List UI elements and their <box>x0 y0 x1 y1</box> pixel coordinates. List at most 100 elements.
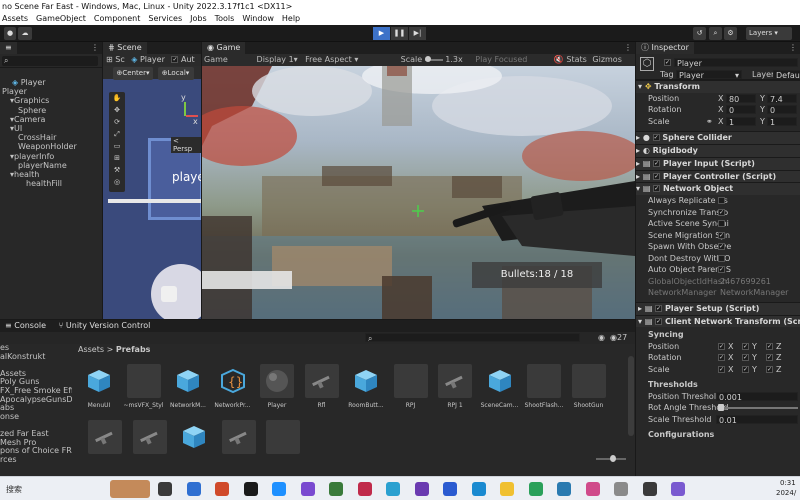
search-highlight-image[interactable] <box>110 480 150 498</box>
menu-item[interactable]: Tools <box>215 14 235 23</box>
scene-gizmo[interactable]: y x <box>171 93 199 132</box>
hierarchy-tab[interactable]: ≡ <box>0 42 17 54</box>
move-tool-icon[interactable]: ✥ <box>109 104 125 116</box>
player-setup-header[interactable]: ▸ ▤ ✓ Player Setup (Script) <box>636 301 800 315</box>
panel-menu-icon[interactable]: ⋮ <box>789 42 797 54</box>
tab-game[interactable]: ◉ Game <box>202 42 246 54</box>
space-dropdown[interactable]: ⊕Local▾ <box>157 67 194 80</box>
taskbar-app-icon[interactable] <box>642 482 657 496</box>
scale-threshold-field[interactable]: 0.01 <box>716 414 798 425</box>
expand-arrow-icon[interactable]: ▸ <box>636 172 643 181</box>
asset-script[interactable]: {} <box>216 364 250 398</box>
cursor-tool-icon[interactable]: ◎ <box>109 176 125 188</box>
hierarchy-item[interactable]: WeaponHolder <box>0 142 102 151</box>
sync-checkbox[interactable]: ✓ <box>742 365 749 373</box>
history-icon[interactable]: ↺ <box>693 27 706 40</box>
sync-checkbox[interactable]: ✓ <box>742 342 749 350</box>
taskbar-app-icon[interactable] <box>386 482 400 496</box>
player-setup-checkbox[interactable]: ✓ <box>655 304 663 312</box>
taskbar-app-icon[interactable] <box>528 482 543 496</box>
asset-cube[interactable] <box>177 420 211 454</box>
sync-checkbox[interactable]: ✓ <box>766 365 773 373</box>
hierarchy-root[interactable]: ◈ Player <box>0 78 102 87</box>
scale-y-field[interactable]: 1 <box>767 116 797 127</box>
menu-item[interactable]: GameObject <box>36 14 86 23</box>
hierarchy-item[interactable]: ▾Camera <box>0 115 102 124</box>
auto-toggle[interactable]: ✓ Aut <box>171 55 195 64</box>
hierarchy-item[interactable]: ▾UI <box>0 124 102 133</box>
folder-item[interactable]: alKonstrukt <box>0 352 72 362</box>
network-option-checkbox[interactable] <box>718 197 725 205</box>
network-option-checkbox[interactable] <box>718 254 725 262</box>
rot-threshold-slider[interactable] <box>720 407 798 410</box>
folder-item[interactable]: rces <box>0 455 72 465</box>
game-viewport[interactable]: Bullets:18 / 18 <box>202 66 635 319</box>
tab-inspector[interactable]: ⓘ Inspector <box>636 42 694 54</box>
position-threshold-field[interactable]: 0.001 <box>716 391 798 402</box>
asset-blank[interactable] <box>571 364 606 398</box>
asset-cube[interactable] <box>349 364 383 398</box>
network-option-checkbox[interactable]: ✓ <box>718 243 725 251</box>
aspect-dropdown[interactable]: Free Aspect ▾ <box>305 54 398 66</box>
tag-dropdown[interactable]: Player ▾ <box>676 70 742 80</box>
rotation-y-field[interactable]: 0 <box>767 105 797 115</box>
sync-checkbox[interactable]: ✓ <box>718 365 725 373</box>
scene-subtab[interactable]: ⊞ Sc <box>106 55 125 64</box>
asset-blank[interactable] <box>527 364 561 398</box>
client-transform-header[interactable]: ▾ ▤ ✓ Client Network Transform (Script) <box>636 314 800 328</box>
position-y-field[interactable]: 7.4 <box>767 93 797 104</box>
client-transform-checkbox[interactable]: ✓ <box>655 317 663 325</box>
asset-gun[interactable] <box>221 420 256 454</box>
play-button[interactable]: ▶ <box>373 27 390 40</box>
account-icon[interactable]: ● <box>4 27 16 40</box>
taskbar-app-icon[interactable] <box>585 482 600 496</box>
taskbar-app-icon[interactable] <box>186 482 201 496</box>
active-checkbox[interactable]: ✓ <box>664 59 671 66</box>
taskbar-search[interactable]: 搜索 <box>6 484 22 495</box>
eye-icon[interactable]: ◉ <box>598 332 605 344</box>
layer-dropdown[interactable]: Default <box>773 70 800 80</box>
hierarchy-search-input[interactable]: ⌕ <box>2 56 98 66</box>
taskbar-app-icon[interactable] <box>243 482 258 496</box>
component-checkbox[interactable]: ✓ <box>653 172 661 180</box>
menu-item[interactable]: Window <box>242 14 274 23</box>
settings-icon[interactable]: ⚙ <box>724 27 737 40</box>
icon-size-handle[interactable] <box>610 455 616 462</box>
pivot-dropdown[interactable]: ⊕Center▾ <box>113 67 153 80</box>
asset-blank[interactable] <box>126 364 161 398</box>
asset-cube[interactable] <box>483 364 517 398</box>
scale-slider-handle[interactable] <box>424 55 431 62</box>
component-checkbox[interactable]: ✓ <box>653 185 661 193</box>
hierarchy-item[interactable]: Player <box>0 87 102 96</box>
asset-blank[interactable] <box>266 420 300 454</box>
asset-blank[interactable] <box>393 364 428 398</box>
sync-checkbox[interactable]: ✓ <box>718 354 725 362</box>
asset-cube[interactable] <box>82 364 116 398</box>
project-search-input[interactable]: ⌕ <box>365 333 580 343</box>
scale-slider[interactable] <box>424 55 443 62</box>
gizmos-button[interactable]: Gizmos <box>592 55 621 64</box>
tab-version-control[interactable]: ⑂ Unity Version Control <box>53 320 156 332</box>
taskbar-app-icon[interactable] <box>158 482 172 496</box>
auto-checkbox[interactable]: ✓ <box>171 56 179 63</box>
taskbar-app-icon[interactable] <box>557 482 571 496</box>
taskbar-app-icon[interactable] <box>443 482 457 496</box>
transform-tool-icon[interactable]: ⊞ <box>109 152 125 164</box>
menu-item[interactable]: Services <box>148 14 182 23</box>
tab-console[interactable]: ≡ Console <box>0 320 52 332</box>
expand-arrow-icon[interactable]: ▸ <box>636 159 643 168</box>
tab-scene[interactable]: ⋕ Scene <box>103 42 147 54</box>
sync-checkbox[interactable]: ✓ <box>766 354 773 362</box>
asset-scrollbar[interactable] <box>628 356 634 436</box>
hierarchy-item[interactable]: Sphere <box>0 106 102 115</box>
network-option-checkbox[interactable]: ✓ <box>718 231 725 239</box>
expand-arrow-icon[interactable]: ▸ <box>636 146 643 155</box>
folder-item[interactable]: onse <box>0 412 72 422</box>
taskbar-app-icon[interactable] <box>357 482 372 496</box>
menu-item[interactable]: Component <box>94 14 140 23</box>
mute-icon[interactable]: 🔇 <box>554 55 564 64</box>
sync-checkbox[interactable]: ✓ <box>766 342 773 350</box>
custom-tool-icon[interactable]: ⚒ <box>109 164 125 176</box>
component-header[interactable]: ▾ ▤ ✓ Network Object <box>636 182 800 196</box>
pause-button[interactable]: ❚❚ <box>391 27 408 40</box>
